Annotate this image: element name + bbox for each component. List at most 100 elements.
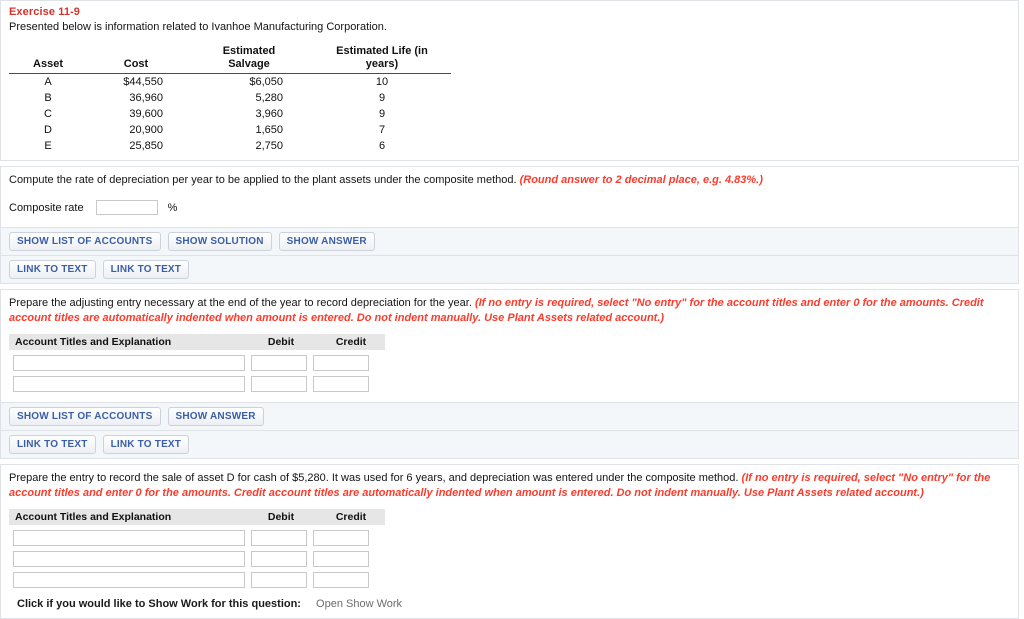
part-b-button-band-1: SHOW LIST OF ACCOUNTS SHOW ANSWER (1, 401, 1018, 430)
account-title-input[interactable] (13, 354, 245, 371)
table-header-row: Asset Cost Estimated Salvage Estimated L… (9, 43, 451, 75)
column-header-account-titles: Account Titles and Explanation (15, 510, 172, 523)
table-row: A $44,550 $6,050 10 (9, 74, 451, 91)
account-title-input[interactable] (13, 571, 245, 588)
part-a-prompt: Compute the rate of depreciation per yea… (9, 173, 1010, 188)
cell-life: 9 (378, 92, 386, 105)
cell-asset: C (44, 108, 52, 121)
journal-entry-row (9, 571, 385, 588)
exercise-title: Exercise 11-9 (9, 6, 81, 18)
cell-life: 7 (378, 124, 386, 137)
link-to-text-button-1[interactable]: LINK TO TEXT (9, 434, 96, 454)
part-b-journal-entry-table: Account Titles and Explanation Debit Cre… (9, 333, 385, 392)
show-work-label: Click if you would like to Show Work for… (17, 597, 301, 610)
journal-header-row: Account Titles and Explanation Debit Cre… (9, 333, 385, 350)
cell-life: 10 (375, 76, 389, 89)
journal-entry-row (9, 529, 385, 546)
column-header-estimated-salvage-line1: Estimated (222, 45, 276, 57)
cell-cost: 20,900 (129, 124, 163, 137)
part-c-body: Prepare the entry to record the sale of … (1, 465, 1018, 618)
asset-table-body: A $44,550 $6,050 10 B 36,960 5,280 9 C 3… (9, 74, 451, 155)
cell-salvage: 5,280 (255, 92, 283, 105)
composite-rate-input[interactable] (95, 200, 158, 216)
cell-cost: $44,550 (123, 76, 163, 89)
debit-input[interactable] (251, 375, 307, 392)
column-header-credit: Credit (335, 335, 367, 348)
composite-rate-label: Composite rate (9, 201, 84, 214)
exercise-page: Exercise 11-9 Presented below is informa… (0, 0, 1024, 619)
credit-input[interactable] (313, 375, 369, 392)
cell-salvage: 3,960 (255, 108, 283, 121)
column-header-debit: Debit (267, 510, 295, 523)
table-row: E 25,850 2,750 6 (9, 138, 451, 154)
link-to-text-button-1[interactable]: LINK TO TEXT (9, 260, 96, 280)
column-header-estimated-life: Estimated Life (in years) (313, 43, 451, 75)
part-b-prompt: Prepare the adjusting entry necessary at… (9, 296, 1010, 326)
show-answer-button[interactable]: SHOW ANSWER (167, 406, 264, 426)
part-a-prompt-text: Compute the rate of depreciation per yea… (9, 174, 517, 187)
column-header-estimated-salvage-line2: Salvage (228, 57, 270, 70)
account-title-input[interactable] (13, 529, 245, 546)
cell-cost: 25,850 (129, 140, 163, 153)
table-row: C 39,600 3,960 9 (9, 106, 451, 122)
part-c-prompt-text: Prepare the entry to record the sale of … (9, 471, 739, 484)
cell-asset: B (44, 92, 52, 105)
percent-symbol: % (167, 201, 178, 214)
debit-input[interactable] (251, 550, 307, 567)
credit-input[interactable] (313, 354, 369, 371)
show-solution-button[interactable]: SHOW SOLUTION (167, 232, 272, 252)
column-header-credit: Credit (335, 510, 367, 523)
column-header-account-titles: Account Titles and Explanation (15, 335, 172, 348)
part-c-prompt: Prepare the entry to record the sale of … (9, 471, 1010, 501)
debit-input[interactable] (251, 354, 307, 371)
link-to-text-button-2[interactable]: LINK TO TEXT (102, 434, 190, 454)
debit-input[interactable] (251, 571, 307, 588)
part-a-panel: Compute the rate of depreciation per yea… (0, 166, 1019, 285)
account-title-input[interactable] (13, 375, 245, 392)
journal-entry-row (9, 375, 385, 392)
journal-header-row: Account Titles and Explanation Debit Cre… (9, 508, 385, 525)
part-b-button-band-2: LINK TO TEXT LINK TO TEXT (1, 429, 1018, 458)
cell-salvage: 1,650 (255, 124, 283, 137)
show-list-of-accounts-button[interactable]: SHOW LIST OF ACCOUNTS (9, 232, 161, 252)
asset-data-table-wrapper: Asset Cost Estimated Salvage Estimated L… (1, 39, 1018, 160)
column-header-estimated-salvage: Estimated Salvage (185, 43, 313, 75)
cell-life: 6 (378, 140, 386, 153)
debit-input[interactable] (251, 529, 307, 546)
journal-entry-row (9, 354, 385, 371)
credit-input[interactable] (313, 529, 369, 546)
cell-cost: 39,600 (129, 108, 163, 121)
cell-cost: 36,960 (129, 92, 163, 105)
exercise-intro: Presented below is information related t… (9, 21, 387, 33)
open-show-work-link[interactable]: Open Show Work (316, 598, 402, 610)
part-a-button-band-2: LINK TO TEXT LINK TO TEXT (1, 255, 1018, 284)
cell-salvage: $6,050 (249, 76, 283, 89)
show-answer-button[interactable]: SHOW ANSWER (278, 232, 375, 252)
account-title-input[interactable] (13, 550, 245, 567)
part-b-body: Prepare the adjusting entry necessary at… (1, 290, 1018, 402)
part-c-journal-entry-table: Account Titles and Explanation Debit Cre… (9, 508, 385, 588)
problem-statement-panel: Exercise 11-9 Presented below is informa… (0, 0, 1019, 162)
cell-asset: E (44, 140, 52, 153)
column-header-estimated-life-line1: Estimated Life (in (336, 45, 428, 57)
table-row: D 20,900 1,650 7 (9, 122, 451, 138)
credit-input[interactable] (313, 550, 369, 567)
column-header-debit: Debit (267, 335, 295, 348)
part-b-prompt-text: Prepare the adjusting entry necessary at… (9, 297, 472, 310)
link-to-text-button-2[interactable]: LINK TO TEXT (102, 260, 190, 280)
part-b-panel: Prepare the adjusting entry necessary at… (0, 289, 1019, 459)
show-work-row: Click if you would like to Show Work for… (17, 598, 1010, 610)
part-a-button-band-1: SHOW LIST OF ACCOUNTS SHOW SOLUTION SHOW… (1, 227, 1018, 256)
credit-input[interactable] (313, 571, 369, 588)
column-header-cost: Cost (87, 43, 185, 75)
journal-entry-row (9, 550, 385, 567)
composite-rate-row: Composite rate % (9, 200, 1010, 216)
column-header-estimated-life-line2: years) (365, 57, 399, 70)
cell-salvage: 2,750 (255, 140, 283, 153)
part-a-body: Compute the rate of depreciation per yea… (1, 167, 1018, 227)
cell-asset: A (44, 76, 52, 89)
table-row: B 36,960 5,280 9 (9, 90, 451, 106)
part-a-prompt-note: (Round answer to 2 decimal place, e.g. 4… (519, 174, 763, 187)
show-list-of-accounts-button[interactable]: SHOW LIST OF ACCOUNTS (9, 406, 161, 426)
column-header-asset: Asset (9, 43, 87, 75)
